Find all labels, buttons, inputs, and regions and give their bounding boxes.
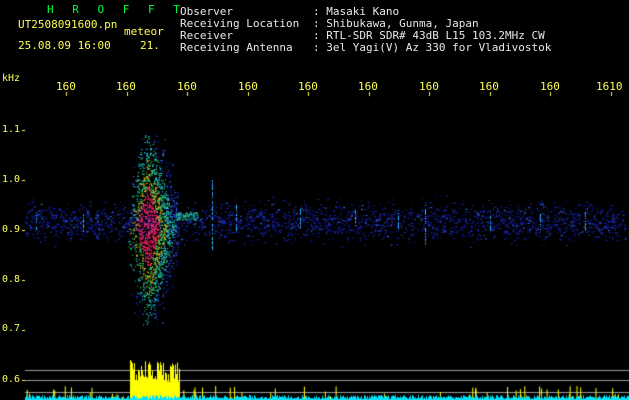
y-tick-label: 1.0	[2, 174, 21, 185]
y-tick-label: 1.1	[2, 124, 21, 135]
y-tick-label: 0.9	[2, 224, 21, 235]
antenna-label: Receiving Antenna	[180, 41, 293, 54]
x-tick-label: 160	[238, 80, 258, 93]
antenna-value: : 3el Yagi(V) Az 330 for Vladivostok	[313, 41, 552, 54]
file-name: UT2508091600.pn	[18, 18, 118, 31]
x-tick-label: 160	[540, 80, 560, 93]
y-tick-label: 0.7	[2, 323, 21, 334]
y-tick-label: 0.8	[2, 274, 21, 285]
x-tick-label: 160	[177, 80, 197, 93]
x-tick-label: 160	[419, 80, 439, 93]
x-tick-label: 1610	[596, 80, 623, 93]
date-time: 25.08.09 16:00	[18, 39, 111, 52]
x-tick-label: 160	[116, 80, 136, 93]
meteor-count: 21.	[140, 39, 160, 52]
x-tick-label: 160	[358, 80, 378, 93]
x-tick-label: 160	[56, 80, 76, 93]
y-axis-unit: kHz	[2, 73, 21, 84]
meteor-label: meteor	[124, 25, 164, 38]
y-tick-label: 0.6	[2, 374, 21, 385]
app-title: H R O F F T	[47, 3, 186, 16]
x-tick-label: 160	[479, 80, 499, 93]
x-tick-label: 160	[298, 80, 318, 93]
spectrogram-plot	[0, 0, 629, 400]
